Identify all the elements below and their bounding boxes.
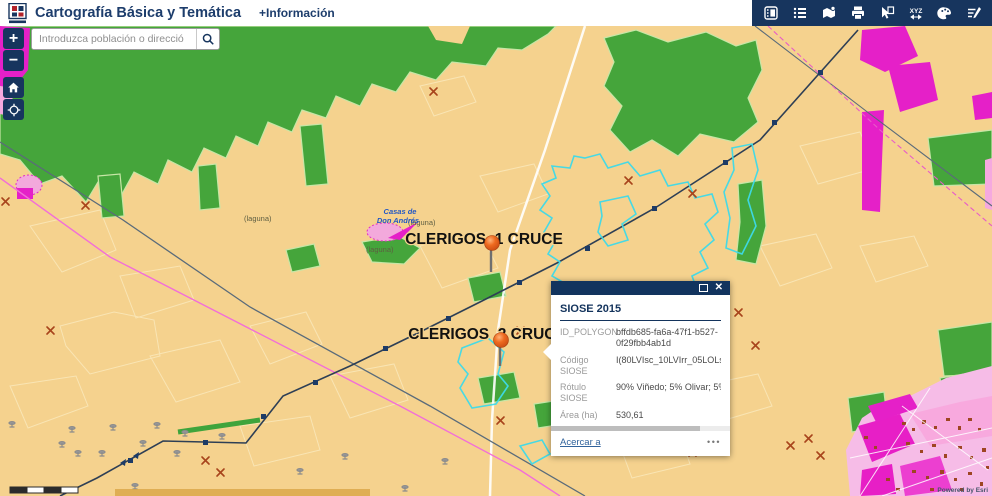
toolbar: XYZ [752, 0, 992, 26]
print-button[interactable] [843, 0, 872, 26]
marker-1-label: CLERIGOS 1 CRUCE [405, 231, 563, 248]
print-icon [850, 5, 866, 21]
popup-hscrollbar[interactable] [551, 426, 730, 431]
select-button[interactable] [872, 0, 901, 26]
search-button[interactable] [196, 29, 219, 49]
select-icon [879, 5, 895, 21]
popup-title: SIOSE 2015 [560, 300, 721, 320]
marker-2-label: CLERIGOS 2 CRUCE [408, 326, 566, 343]
field-row-area: Área (ha) 530,61 [560, 410, 721, 421]
popup-footer: Acercar a ••• [551, 431, 730, 456]
laguna-label-c: (laguna) [366, 245, 394, 254]
field-value: bffdb685-fa6a-47f1-b527-0f29fbb4ab1d [616, 327, 721, 350]
scale-bar [10, 487, 78, 493]
laguna-label-a: (laguna) [244, 214, 272, 223]
popup-hscrollbar-thumb[interactable] [551, 426, 700, 431]
zoom-to-link[interactable]: Acercar a [560, 437, 601, 448]
field-label: Rótulo SIOSE [560, 382, 616, 405]
home-icon [7, 81, 20, 94]
popup-titlebar: ✕ [551, 281, 730, 295]
app-header: Cartografía Básica y Temática +Informaci… [0, 0, 992, 26]
zoom-out-button[interactable]: − [3, 50, 24, 71]
field-row-rotulo-siose: Rótulo SIOSE 90% Viñedo; 5% Olivar; 5% M… [560, 382, 721, 405]
edit-pencil-icon [966, 5, 982, 21]
locate-button[interactable] [3, 99, 24, 120]
popup-pointer [543, 343, 552, 361]
search-box [31, 28, 220, 50]
info-link[interactable]: +Información [259, 6, 335, 20]
castilla-la-mancha-logo [8, 3, 27, 24]
field-label: Código SIOSE [560, 355, 616, 378]
draw-button[interactable] [930, 0, 959, 26]
esri-attribution: Powered by Esri [937, 487, 988, 494]
draw-palette-icon [937, 5, 953, 21]
map-canvas[interactable]: (laguna) (laguna) (laguna) Casas de Don … [0, 26, 992, 496]
search-icon [201, 32, 215, 46]
basemap-gallery-icon [763, 5, 779, 21]
casas-label-2: Don Andrés [377, 216, 419, 225]
home-button[interactable] [3, 77, 24, 98]
basemap-gallery-button[interactable] [756, 0, 785, 26]
field-row-codigo-siose: Código SIOSE I(80LVIsc_10LVIrr_05LOLsc_0… [560, 355, 721, 378]
coordinates-xyz-icon: XYZ [908, 5, 924, 21]
marker-2-pin-head[interactable] [494, 333, 509, 348]
page-title: Cartografía Básica y Temática [35, 5, 241, 21]
field-value: I(80LVIsc_10LVIrr_05LOLsc_05M [616, 355, 721, 378]
marker-1-pin-head[interactable] [485, 236, 500, 251]
layer-list-icon [792, 5, 808, 21]
field-label: Área (ha) [560, 410, 616, 421]
bottom-band [115, 489, 370, 496]
field-value: 90% Viñedo; 5% Olivar; 5% Mat [616, 382, 721, 405]
search-input[interactable] [32, 29, 196, 49]
zoom-in-button[interactable]: + [3, 28, 24, 49]
add-data-map-icon [821, 5, 837, 21]
popup-body: SIOSE 2015 ID_POLYGON bffdb685-fa6a-47f1… [551, 295, 730, 421]
more-actions-button[interactable]: ••• [707, 437, 721, 447]
popup-divider [560, 320, 721, 321]
field-value: 530,61 [616, 410, 721, 421]
coordinates-button[interactable]: XYZ [901, 0, 930, 26]
layer-list-button[interactable] [785, 0, 814, 26]
maximize-icon[interactable] [699, 284, 708, 292]
field-label: ID_POLYGON [560, 327, 616, 350]
add-data-button[interactable] [814, 0, 843, 26]
casas-label-1: Casas de [384, 207, 417, 216]
edit-button[interactable] [959, 0, 988, 26]
field-row-id-polygon: ID_POLYGON bffdb685-fa6a-47f1-b527-0f29f… [560, 327, 721, 350]
close-icon[interactable]: ✕ [715, 283, 723, 293]
svg-text:XYZ: XYZ [909, 8, 922, 15]
locate-icon [7, 103, 21, 117]
feature-popup: ✕ SIOSE 2015 ID_POLYGON bffdb685-fa6a-47… [551, 281, 730, 456]
